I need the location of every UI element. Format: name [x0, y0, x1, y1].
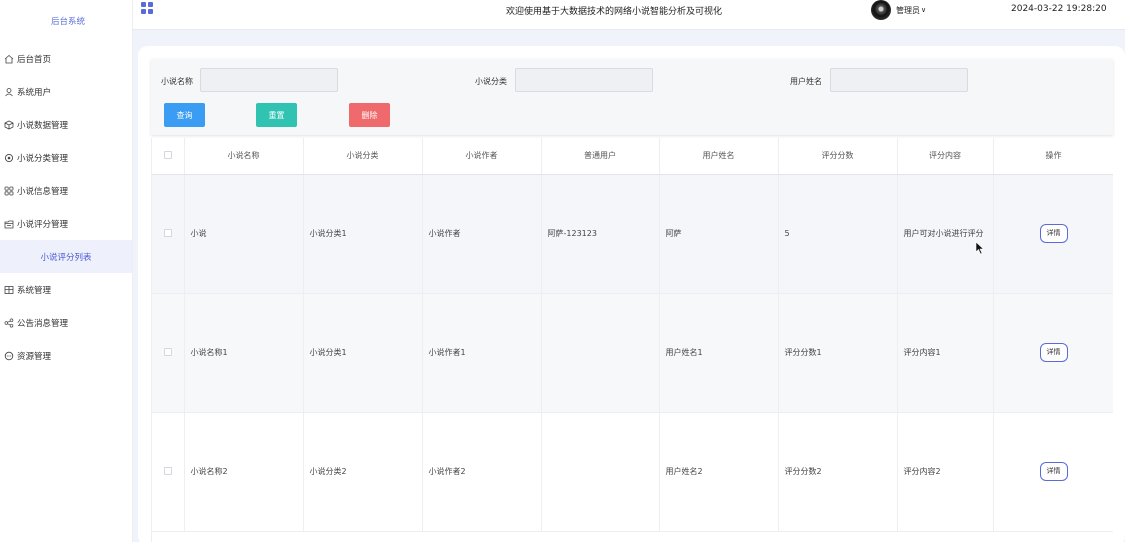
novel-category-input[interactable]	[515, 68, 653, 92]
user-name-label: 用户姓名	[790, 77, 822, 86]
sidebar-item-label: 系统管理	[17, 285, 52, 296]
table-row: 小说名称2 小说分类2 小说作者2 用户姓名2 评分分数2 评分内容2 详情	[152, 412, 1113, 532]
sidebar-item-novel-rating[interactable]: 小说评分管理	[0, 207, 132, 240]
sidebar-item-label: 系统用户	[17, 87, 52, 98]
table-cell-actions: 详情	[993, 174, 1113, 294]
grid-icon	[4, 186, 14, 196]
table-cell-actions: 详情	[993, 293, 1113, 413]
table-cell: 阿萨-123123	[541, 174, 660, 294]
avatar	[871, 0, 891, 20]
rating-table: 小说名称 小说分类 小说作者 普通用户 用户姓名 评分分数 评分内容 操作 小说…	[151, 138, 1113, 542]
column-header: 评分内容	[897, 138, 994, 175]
query-button[interactable]: 查询	[164, 103, 205, 127]
folder-icon	[4, 219, 14, 229]
sidebar-item-system-users[interactable]: 系统用户	[0, 75, 132, 108]
sidebar-item-label: 小说分类管理	[17, 153, 69, 164]
current-datetime: 2024-03-22 19:28:20	[1011, 4, 1107, 14]
sidebar-item-resources[interactable]: 资源管理	[0, 339, 132, 372]
row-checkbox[interactable]	[152, 293, 185, 413]
novel-name-input[interactable]	[200, 68, 338, 92]
table-cell: 评分内容2	[897, 412, 994, 532]
table-cell: 阿萨	[659, 174, 779, 294]
novel-category-label: 小说分类	[475, 77, 507, 86]
user-icon	[4, 87, 14, 97]
table-cell: 小说	[184, 174, 304, 294]
user-menu[interactable]: 管理员 ∨	[871, 0, 926, 20]
sidebar-menu: 后台首页 系统用户 小说数据管理 小说分类管理 小说信息管理 小说评分管理 小说…	[0, 42, 132, 372]
table-icon	[4, 285, 14, 295]
settings-icon	[4, 153, 14, 163]
sidebar-item-label: 小说评分管理	[17, 219, 69, 230]
column-header: 小说名称	[184, 138, 304, 175]
column-header: 用户姓名	[659, 138, 779, 175]
novel-name-label: 小说名称	[161, 77, 193, 86]
table-header-row: 小说名称 小说分类 小说作者 普通用户 用户姓名 评分分数 评分内容 操作	[152, 138, 1113, 175]
table-cell: 用户可对小说进行评分	[897, 174, 994, 294]
search-form: 小说名称 小说分类 用户姓名 查询 重置 删除	[151, 59, 1113, 135]
table-cell: 小说作者	[422, 174, 542, 294]
page-title: 欢迎使用基于大数据技术的网络小说智能分析及可视化	[506, 7, 723, 17]
sidebar-item-novel-category[interactable]: 小说分类管理	[0, 141, 132, 174]
sidebar: 后台系统 后台首页 系统用户 小说数据管理 小说分类管理 小说信息管理 小说评分…	[0, 0, 133, 542]
column-header: 操作	[993, 138, 1113, 175]
sidebar-item-system-management[interactable]: 系统管理	[0, 273, 132, 306]
table-row: 小说名称1 小说分类1 小说作者1 用户姓名1 评分分数1 评分内容1 详情	[152, 293, 1113, 413]
table-cell: 小说分类2	[303, 412, 423, 532]
sidebar-subitem-rating-list[interactable]: 小说评分列表	[0, 240, 132, 273]
share-icon	[4, 318, 14, 328]
table-cell: 5	[778, 174, 898, 294]
detail-button[interactable]: 详情	[1039, 462, 1068, 481]
table-cell: 小说作者2	[422, 412, 542, 532]
table-cell: 小说分类1	[303, 174, 423, 294]
detail-button[interactable]: 详情	[1039, 224, 1068, 243]
sidebar-item-label: 后台首页	[17, 54, 52, 65]
sidebar-item-home[interactable]: 后台首页	[0, 42, 132, 75]
cube-icon	[4, 120, 14, 130]
user-name-input[interactable]	[830, 68, 968, 92]
top-bar: 欢迎使用基于大数据技术的网络小说智能分析及可视化 管理员 ∨ 2024-03-2…	[133, 0, 1125, 30]
table-cell: 用户姓名2	[659, 412, 779, 532]
reset-button[interactable]: 重置	[256, 103, 297, 127]
sidebar-item-label: 小说数据管理	[17, 120, 69, 131]
column-header: 普通用户	[541, 138, 660, 175]
sidebar-item-label: 资源管理	[17, 351, 52, 362]
delete-button[interactable]: 删除	[349, 103, 390, 127]
row-checkbox[interactable]	[152, 174, 185, 294]
mouse-cursor-icon	[975, 241, 985, 255]
sidebar-item-announcement[interactable]: 公告消息管理	[0, 306, 132, 339]
brand-title: 后台系统	[50, 17, 85, 27]
table-cell: 小说分类1	[303, 293, 423, 413]
detail-button[interactable]: 详情	[1039, 343, 1068, 362]
chevron-down-icon: ∨	[921, 6, 927, 14]
table-cell: 用户姓名1	[659, 293, 779, 413]
table-cell-actions: 详情	[993, 412, 1113, 532]
table-cell: 小说名称2	[184, 412, 304, 532]
table-cell	[541, 293, 660, 413]
sidebar-item-label: 公告消息管理	[17, 318, 69, 329]
menu-grid-icon[interactable]	[141, 2, 153, 14]
main-panel: 小说名称 小说分类 用户姓名 查询 重置 删除 小说名称 小说分类 小说作者 普…	[138, 46, 1125, 542]
table-cell: 小说名称1	[184, 293, 304, 413]
table-cell: 评分分数1	[778, 293, 898, 413]
sidebar-item-label: 小说信息管理	[17, 186, 69, 197]
table-cell: 小说作者1	[422, 293, 542, 413]
user-name: 管理员	[896, 5, 920, 15]
column-header: 小说作者	[422, 138, 542, 175]
table-cell: 评分内容1	[897, 293, 994, 413]
row-checkbox[interactable]	[152, 412, 185, 532]
home-icon	[4, 54, 14, 64]
table-row: 小说 小说分类1 小说作者 阿萨-123123 阿萨 5 用户可对小说进行评分 …	[152, 174, 1113, 294]
table-cell	[541, 412, 660, 532]
column-header: 评分分数	[778, 138, 898, 175]
sidebar-item-novel-info[interactable]: 小说信息管理	[0, 174, 132, 207]
sidebar-item-novel-data[interactable]: 小说数据管理	[0, 108, 132, 141]
table-cell: 评分分数2	[778, 412, 898, 532]
select-all-checkbox[interactable]	[152, 138, 185, 175]
column-header: 小说分类	[303, 138, 423, 175]
chat-icon	[4, 351, 14, 361]
